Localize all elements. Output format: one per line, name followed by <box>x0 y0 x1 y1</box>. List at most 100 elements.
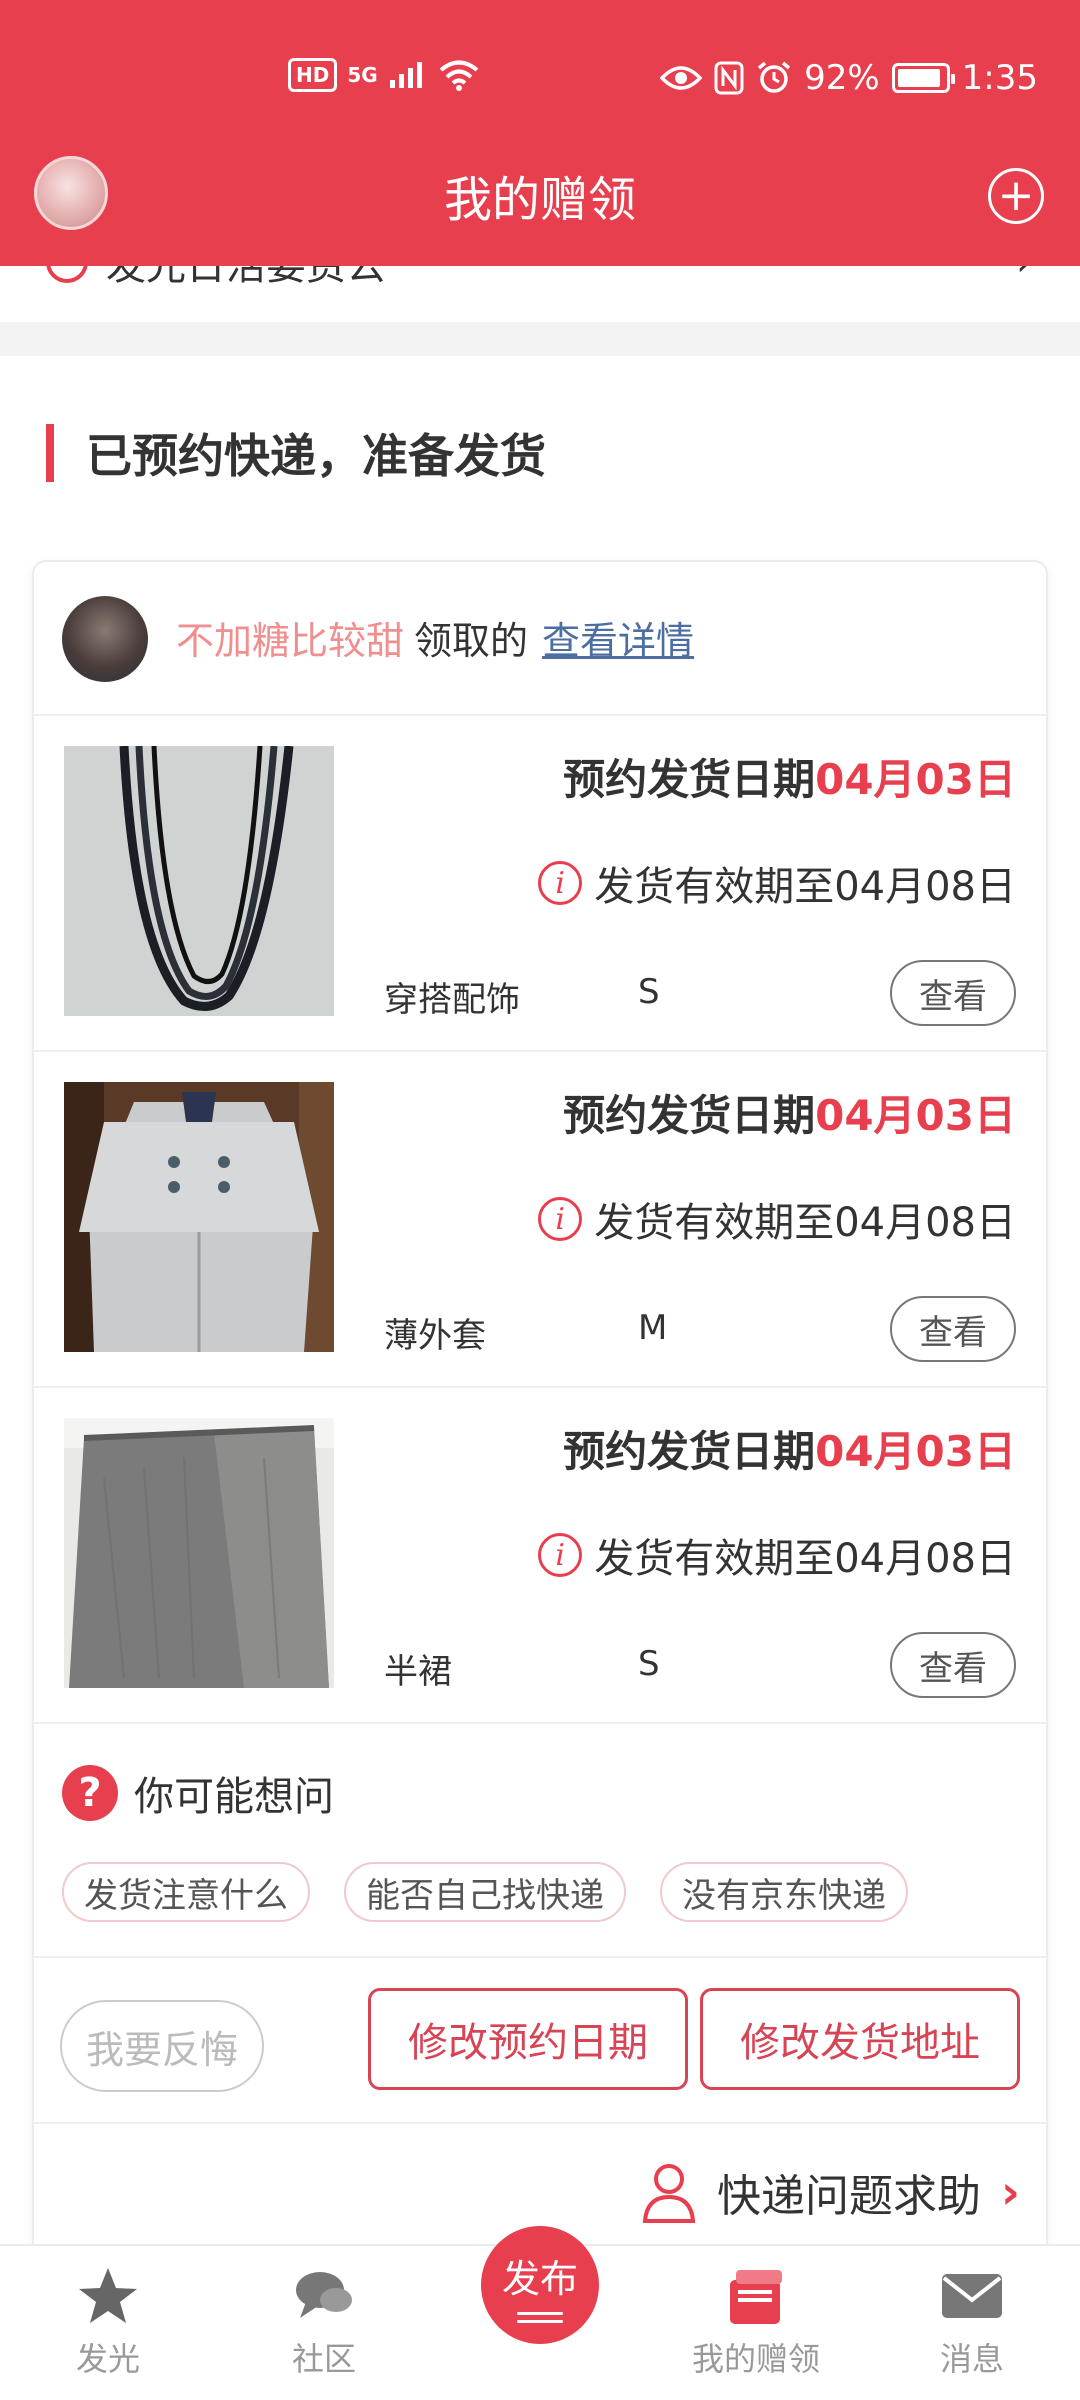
item-category: 穿搭配饰 <box>384 980 520 1020</box>
section-heading: 已预约快递，准备发货 <box>46 420 546 486</box>
info-icon[interactable]: i <box>538 861 583 905</box>
item-size: S <box>638 972 660 1012</box>
publish-icon <box>517 2307 563 2323</box>
publish-label: 发布 <box>501 2256 578 2301</box>
validity-line: i 发货有效期至04月08日 <box>538 854 1016 912</box>
faq-section: ? 你可能想问 发货注意什么 能否自己找快递 没有京东快递 <box>34 1724 1046 1958</box>
status-bar: HD 5G 92% 1:35 <box>0 48 1080 118</box>
eye-icon <box>660 66 703 90</box>
network-type: 5G <box>347 63 378 87</box>
clock: 1:35 <box>961 58 1038 98</box>
receiver-name[interactable]: 不加糖比较甜 <box>176 619 404 663</box>
card-header: 不加糖比较甜 领取的 查看详情 <box>34 562 1046 716</box>
necklace-image <box>64 746 334 1016</box>
person-icon <box>642 2164 696 2223</box>
nav-item-shine[interactable]: 发光 <box>38 2264 178 2380</box>
action-bar: 我要反悔 修改预约日期 修改发货地址 <box>34 1958 1046 2124</box>
info-icon[interactable]: i <box>538 1197 583 1241</box>
ship-date-label: 预约发货日期 <box>563 1427 816 1476</box>
star-icon <box>79 2268 137 2323</box>
ship-date-value: 04月03日 <box>815 1091 1016 1140</box>
info-icon[interactable]: i <box>538 1533 583 1577</box>
item-row[interactable]: 预约发货日期04月03日 i 发货有效期至04月08日 半裙 S 查看 <box>34 1388 1046 1724</box>
page-title: 我的赠领 <box>443 172 636 228</box>
previous-section-label: 发光日活要资公 <box>106 266 386 289</box>
status-bar-left: HD 5G <box>288 58 480 92</box>
item-row[interactable]: 预约发货日期04月03日 i 发货有效期至04月08日 穿搭配饰 S 查看 <box>34 716 1046 1052</box>
faq-chip[interactable]: 发货注意什么 <box>62 1862 310 1922</box>
nav-label: 发光 <box>75 2340 140 2378</box>
add-button[interactable]: + <box>988 168 1044 224</box>
validity-line: i 发货有效期至04月08日 <box>538 1190 1016 1248</box>
item-row[interactable]: 预约发货日期04月03日 i 发货有效期至04月08日 薄外套 M 查看 <box>34 1052 1046 1388</box>
validity-text: 发货有效期至04月08日 <box>594 1200 1016 1246</box>
validity-line: i 发货有效期至04月08日 <box>538 1526 1016 1584</box>
item-size: M <box>638 1308 668 1348</box>
battery-icon <box>891 63 955 93</box>
mail-icon <box>942 2274 1002 2318</box>
app-header: HD 5G 92% 1:35 我的赠领 + <box>0 0 1080 266</box>
signal-icon <box>389 62 422 88</box>
item-thumbnail[interactable] <box>64 1082 334 1352</box>
order-card: 不加糖比较甜 领取的 查看详情 预约发货日期04月03日 i 发货有效期至04月… <box>32 560 1048 2244</box>
plus-icon: + <box>997 170 1035 221</box>
shipping-section: 已预约快递，准备发货 不加糖比较甜 领取的 查看详情 预约发货日期04月03日 … <box>0 356 1080 2244</box>
scheduled-ship-date: 预约发货日期04月03日 <box>563 746 1016 807</box>
validity-text: 发货有效期至04月08日 <box>594 864 1016 910</box>
item-category: 半裙 <box>384 1652 452 1692</box>
help-label: 快递问题求助 <box>717 2171 982 2222</box>
chat-icon <box>296 2272 352 2318</box>
main-content[interactable]: 发光日活要资公 › 已预约快递，准备发货 不加糖比较甜领取的查看详情 <box>0 266 1080 2244</box>
question-icon: ? <box>62 1765 118 1821</box>
validity-text: 发货有效期至04月08日 <box>594 1536 1016 1582</box>
nav-label: 社区 <box>291 2340 356 2378</box>
view-details-link[interactable]: 查看详情 <box>542 619 694 663</box>
view-button[interactable]: 查看 <box>890 960 1016 1026</box>
wifi-icon <box>439 60 478 91</box>
receiver-suffix: 领取的 <box>414 619 529 663</box>
faq-chip[interactable]: 没有京东快递 <box>660 1862 908 1922</box>
publish-button[interactable]: 发布 <box>481 2226 599 2344</box>
section-icon <box>46 266 88 283</box>
item-thumbnail[interactable] <box>64 746 334 1016</box>
battery-percent: 92% <box>804 58 880 98</box>
nav-label: 消息 <box>939 2340 1004 2378</box>
faq-chip[interactable]: 能否自己找快递 <box>344 1862 626 1922</box>
ship-date-label: 预约发货日期 <box>563 755 816 804</box>
nav-label: 我的赠领 <box>691 2340 820 2378</box>
ship-date-value: 04月03日 <box>815 755 1016 804</box>
nav-item-messages[interactable]: 消息 <box>902 2264 1042 2380</box>
shipping-help-link[interactable]: 快递问题求助 › <box>641 2160 1020 2224</box>
nfc-icon <box>714 61 744 95</box>
battery-level <box>897 69 940 87</box>
view-button[interactable]: 查看 <box>890 1632 1016 1698</box>
faq-chips: 发货注意什么 能否自己找快递 没有京东快递 <box>62 1862 908 1922</box>
chevron-right-icon: › <box>1001 2165 1020 2219</box>
receiver-line: 不加糖比较甜 领取的 查看详情 <box>176 610 694 665</box>
item-category: 薄外套 <box>384 1316 486 1356</box>
item-size: S <box>638 1644 660 1684</box>
hd-indicator: HD <box>288 58 338 92</box>
gift-box-icon <box>730 2270 782 2324</box>
receiver-avatar[interactable] <box>62 596 148 682</box>
bottom-nav: 发光 社区 发布 我的赠领 消息 <box>0 2226 1080 2400</box>
section-accent-bar <box>46 424 54 482</box>
nav-item-my-gifts[interactable]: 我的赠领 <box>686 2264 826 2380</box>
section-title: 已预约快递，准备发货 <box>86 429 546 483</box>
ship-date-value: 04月03日 <box>815 1427 1016 1476</box>
chevron-right-icon: › <box>1016 266 1032 285</box>
previous-section-row[interactable]: 发光日活要资公 › <box>0 266 1080 322</box>
alarm-icon <box>757 61 791 93</box>
nav-item-community[interactable]: 社区 <box>254 2264 394 2380</box>
change-address-button[interactable]: 修改发货地址 <box>700 1988 1020 2090</box>
faq-heading: ? 你可能想问 <box>62 1764 334 1822</box>
change-date-button[interactable]: 修改预约日期 <box>368 1988 688 2090</box>
item-thumbnail[interactable] <box>64 1418 334 1688</box>
skirt-image <box>64 1418 334 1688</box>
ship-date-label: 预约发货日期 <box>563 1091 816 1140</box>
view-button[interactable]: 查看 <box>890 1296 1016 1362</box>
coat-image <box>64 1082 334 1352</box>
scheduled-ship-date: 预约发货日期04月03日 <box>563 1082 1016 1143</box>
status-bar-right: 92% 1:35 <box>660 58 1038 98</box>
regret-button[interactable]: 我要反悔 <box>60 2000 264 2092</box>
